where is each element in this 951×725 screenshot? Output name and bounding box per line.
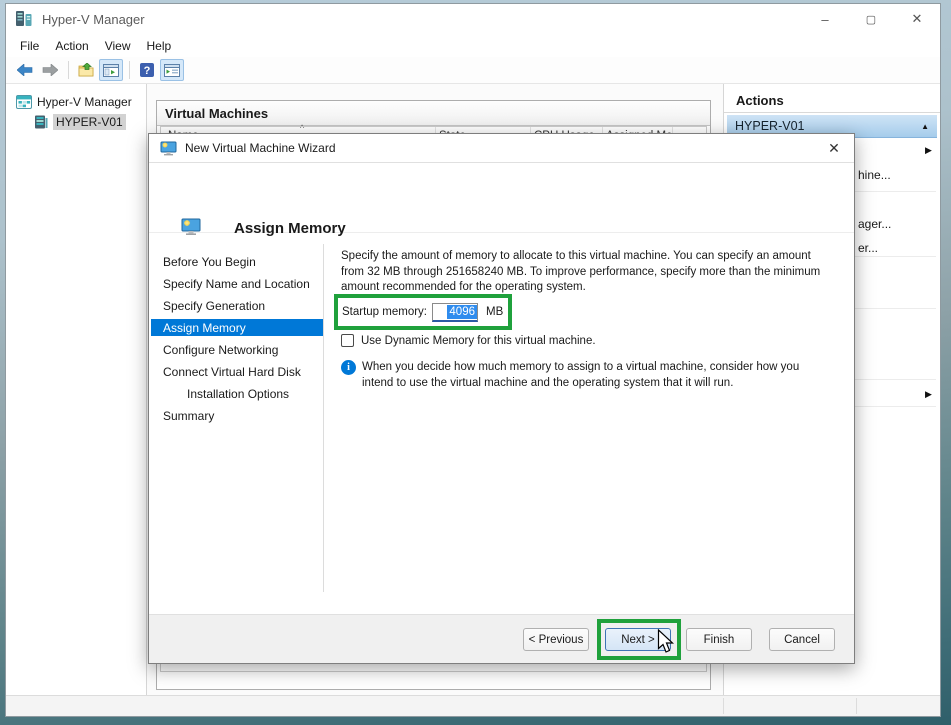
back-icon[interactable]: [13, 59, 37, 81]
nav-content-divider: [323, 244, 324, 592]
startup-memory-highlight: Startup memory: 4096 MB: [334, 294, 512, 330]
dialog-title: New Virtual Machine Wizard: [185, 141, 336, 155]
cancel-button[interactable]: Cancel: [769, 628, 835, 651]
virtual-machines-header: Virtual Machines: [157, 101, 710, 126]
toolbar: ?: [6, 57, 940, 84]
dynamic-memory-checkbox[interactable]: [341, 334, 354, 347]
svg-text:?: ?: [144, 65, 151, 77]
virtual-machines-title: Virtual Machines: [165, 106, 268, 121]
wizard-footer: < Previous Next > Finish Cancel: [149, 614, 854, 663]
nav-connect-virtual-hard-disk[interactable]: Connect Virtual Hard Disk: [151, 361, 323, 383]
menu-bar: File Action View Help: [6, 34, 940, 57]
tree-item-label: Hyper-V Manager: [37, 95, 132, 109]
vm-console-icon[interactable]: [160, 59, 184, 81]
tree-item-label-selected: HYPER-V01: [53, 114, 126, 130]
console-panel-icon[interactable]: [99, 59, 123, 81]
dynamic-memory-row: Use Dynamic Memory for this virtual mach…: [341, 334, 596, 347]
finish-button[interactable]: Finish: [686, 628, 752, 651]
close-button[interactable]: ✕: [894, 4, 940, 34]
console-tree-panel: Hyper-V Manager HYPER-V01: [6, 84, 147, 695]
mouse-cursor: [657, 629, 674, 654]
toolbar-separator: [68, 61, 69, 79]
action-item-fragment[interactable]: hine...: [858, 168, 891, 182]
menu-help[interactable]: Help: [139, 37, 180, 55]
nav-assign-memory[interactable]: Assign Memory: [151, 319, 323, 336]
dynamic-memory-label: Use Dynamic Memory for this virtual mach…: [361, 335, 596, 347]
submenu-arrow-icon[interactable]: ▶: [925, 145, 932, 156]
collapse-icon[interactable]: ▲: [921, 122, 929, 131]
info-icon: i: [341, 360, 356, 375]
action-item-fragment[interactable]: er...: [858, 241, 878, 255]
wizard-nav-list: Before You Begin Specify Name and Locati…: [151, 251, 323, 427]
previous-button[interactable]: < Previous: [523, 628, 589, 651]
new-vm-wizard-dialog: New Virtual Machine Wizard ✕ Assign Memo…: [148, 133, 855, 664]
app-icon: [15, 10, 34, 28]
startup-memory-label: Startup memory:: [342, 306, 427, 318]
wizard-monitor-icon: [160, 141, 177, 156]
status-divider: [856, 698, 857, 714]
menu-action[interactable]: Action: [47, 37, 96, 55]
wizard-header: Assign Memory: [149, 163, 854, 233]
tree-item-hyperv-manager[interactable]: Hyper-V Manager: [6, 93, 146, 111]
info-note-row: i When you decide how much memory to ass…: [341, 360, 841, 391]
maximize-button[interactable]: ▢: [848, 4, 894, 34]
menu-view[interactable]: View: [97, 37, 139, 55]
status-bar: [6, 695, 940, 716]
memory-unit-label: MB: [486, 306, 503, 318]
submenu-arrow-icon[interactable]: ▶: [925, 389, 932, 400]
nav-specify-name-location[interactable]: Specify Name and Location: [151, 273, 323, 295]
nav-installation-options[interactable]: Installation Options: [151, 383, 323, 405]
minimize-button[interactable]: –: [802, 4, 848, 34]
nav-summary[interactable]: Summary: [151, 405, 323, 427]
forward-icon[interactable]: [38, 59, 62, 81]
folder-icon[interactable]: [74, 59, 98, 81]
dialog-close-icon[interactable]: ✕: [814, 140, 854, 157]
startup-memory-value: 4096: [447, 305, 477, 319]
nav-before-you-begin[interactable]: Before You Begin: [151, 251, 323, 273]
actions-host-label: HYPER-V01: [735, 119, 804, 133]
info-note-text: When you decide how much memory to assig…: [362, 360, 832, 391]
action-item-fragment[interactable]: ager...: [858, 217, 891, 231]
page-title: Assign Memory: [234, 220, 346, 237]
nav-configure-networking[interactable]: Configure Networking: [151, 339, 323, 361]
actions-title: Actions: [724, 84, 940, 108]
nav-specify-generation[interactable]: Specify Generation: [151, 295, 323, 317]
dialog-title-bar: New Virtual Machine Wizard ✕: [149, 134, 854, 163]
assign-memory-icon: [181, 218, 201, 236]
title-bar: Hyper-V Manager – ▢ ✕: [6, 4, 940, 34]
startup-memory-input[interactable]: 4096: [432, 303, 478, 322]
actions-separator: [724, 112, 940, 113]
memory-intro-text: Specify the amount of memory to allocate…: [341, 249, 833, 296]
toolbar-separator: [129, 61, 130, 79]
status-divider: [723, 698, 724, 714]
window-title: Hyper-V Manager: [42, 12, 145, 27]
manager-grid-icon: [16, 95, 32, 109]
menu-file[interactable]: File: [12, 37, 47, 55]
tree-item-host[interactable]: HYPER-V01: [6, 113, 146, 131]
server-icon: [34, 115, 48, 129]
help-icon[interactable]: ?: [135, 59, 159, 81]
